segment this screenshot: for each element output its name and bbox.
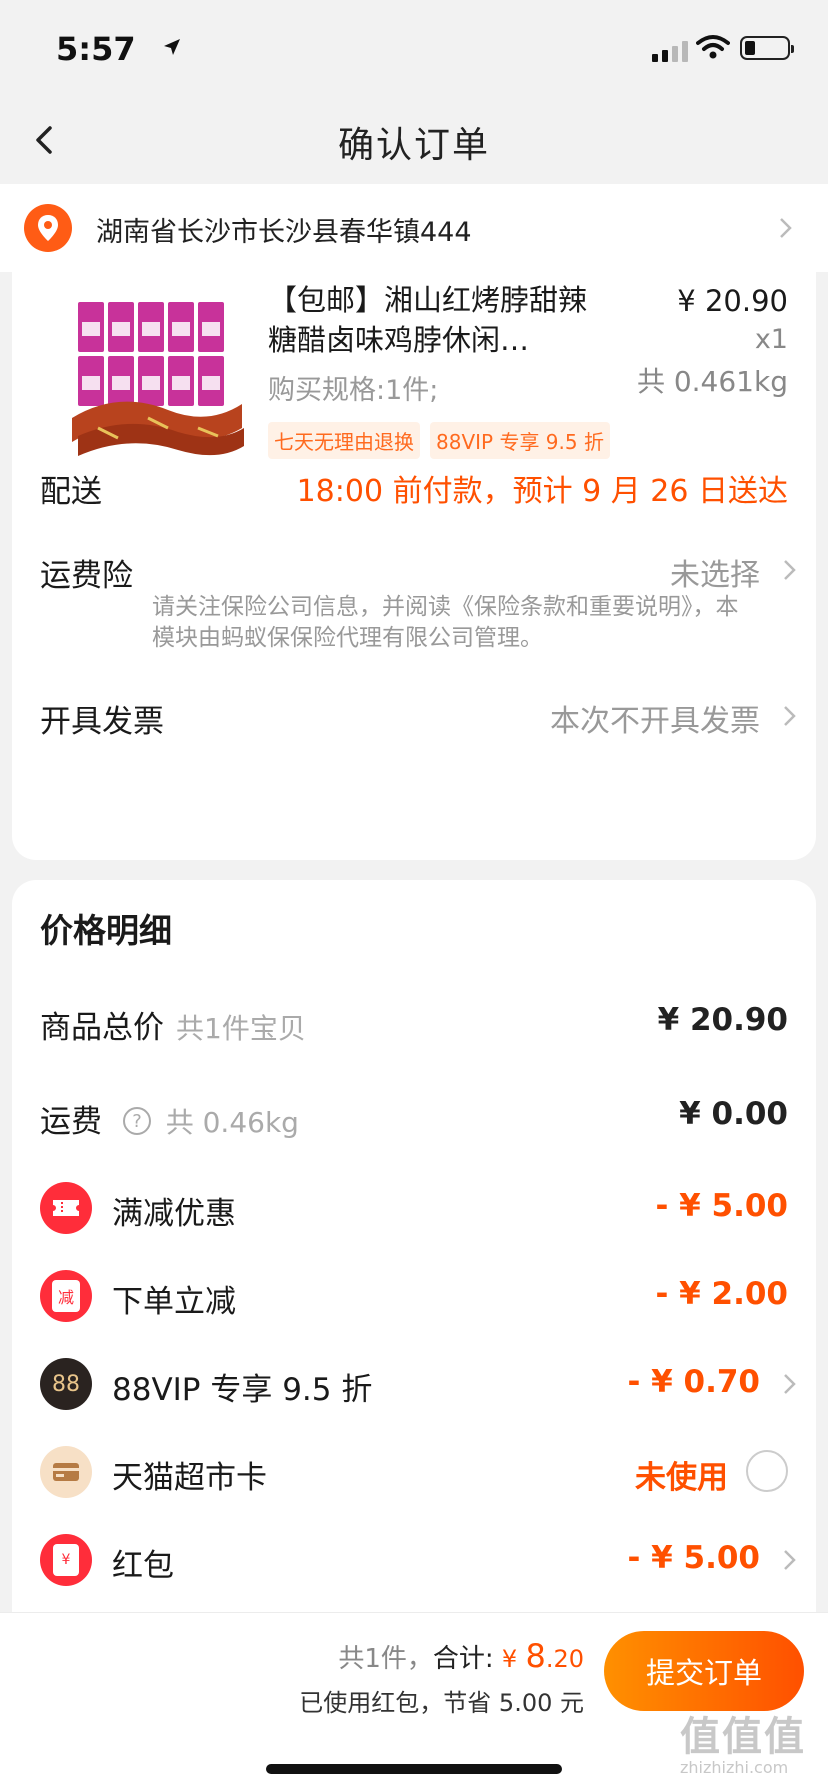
card-icon: [40, 1446, 92, 1498]
chevron-right-icon: [780, 218, 792, 238]
supermarket-card-status: 未使用: [635, 1460, 728, 1496]
product-weight: 共 0.461kg: [636, 365, 788, 398]
location-pin-icon: [24, 204, 72, 252]
vip-discount-amount[interactable]: - ¥ 0.70: [627, 1364, 760, 1400]
discount-label: 下单立减: [112, 1284, 236, 1320]
status-bar: 5:57: [0, 0, 828, 100]
tag-vip: 88VIP 专享 9.5 折: [430, 422, 610, 459]
product-tags: 七天无理由退换 88VIP 专享 9.5 折: [268, 422, 610, 459]
discount-label: 满减优惠: [112, 1196, 236, 1232]
chevron-right-icon: [784, 560, 796, 580]
total-amount: 8: [525, 1637, 546, 1675]
goods-total-text: 商品总价: [40, 1010, 164, 1046]
delivery-estimate: 18:00 前付款，预计 9 月 26 日送达: [296, 474, 788, 509]
chevron-right-icon: [784, 1374, 796, 1394]
total-currency: ¥: [501, 1645, 518, 1673]
goods-total-amount: ¥ 20.90: [657, 1002, 788, 1038]
discount-amount: - ¥ 2.00: [655, 1276, 788, 1312]
battery-icon: [740, 36, 794, 60]
shipping-fee-text: 运费: [40, 1104, 102, 1140]
help-icon[interactable]: ?: [122, 1106, 152, 1136]
delivery-label: 配送: [40, 474, 102, 510]
cellular-signal-icon: [652, 40, 688, 62]
wifi-icon: [696, 35, 730, 59]
product-price: ¥ 20.90: [677, 284, 788, 318]
shipping-fee-amount: ¥ 0.00: [679, 1096, 788, 1132]
chevron-right-icon: [784, 706, 796, 726]
status-time: 5:57: [56, 30, 136, 68]
address-selector[interactable]: 湖南省长沙市长沙县春华镇444: [0, 184, 828, 272]
discount-amount: - ¥ 5.00: [655, 1188, 788, 1224]
red-envelope-label[interactable]: 红包: [112, 1540, 174, 1585]
page-title: 确认订单: [337, 125, 490, 166]
goods-count: 共1件宝贝: [176, 1012, 306, 1045]
shipping-weight: 共 0.46kg: [165, 1106, 299, 1139]
shipping-insurance-label[interactable]: 运费险: [40, 550, 133, 595]
invoice-value[interactable]: 本次不开具发票: [550, 696, 760, 740]
svg-text:?: ?: [132, 1111, 142, 1132]
watermark-url: zhizhizhi.com: [680, 1758, 789, 1777]
price-detail-card: 价格明细 商品总价 共1件宝贝 ¥ 20.90 运费 ? 共 0.46kg ¥ 0…: [12, 880, 816, 1620]
item-count: 共1件，: [338, 1644, 433, 1674]
product-quantity: x1: [754, 324, 788, 355]
shipping-insurance-value[interactable]: 未选择: [670, 550, 760, 594]
vip88-icon: 88: [40, 1358, 92, 1410]
red-envelope-icon: ¥: [40, 1534, 92, 1586]
location-arrow-icon: [164, 39, 180, 55]
total-label: 合计:: [432, 1644, 494, 1674]
supermarket-card-label: 天猫超市卡: [112, 1460, 267, 1496]
red-envelope-amount[interactable]: - ¥ 5.00: [627, 1540, 760, 1576]
savings-note: 已使用红包，节省 5.00 元: [299, 1689, 584, 1717]
vip-discount-label[interactable]: 88VIP 专享 9.5 折: [112, 1364, 372, 1409]
insurance-note: 请关注保险公司信息，并阅读《保险条款和重要说明》，本模块由蚂蚁保保险代理有限公司…: [152, 594, 739, 651]
nav-bar: 确认订单: [0, 100, 828, 182]
submit-order-button[interactable]: 提交订单: [604, 1631, 804, 1711]
tag-return: 七天无理由退换: [268, 422, 420, 459]
order-summary: 共1件，合计: ¥ 8.20: [338, 1637, 584, 1675]
total-cents: .20: [545, 1645, 584, 1673]
supermarket-card-radio[interactable]: [746, 1450, 788, 1492]
product-image[interactable]: [58, 278, 254, 474]
product-spec: 购买规格:1件;: [268, 375, 439, 406]
invoice-label[interactable]: 开具发票: [40, 696, 164, 741]
section-title: 价格明细: [40, 911, 172, 950]
order-card: 【包邮】湘山红烤脖甜辣糖醋卤味鸡脖休闲… ¥ 20.90 x1 共 0.461k…: [12, 272, 816, 860]
address-text: 湖南省长沙市长沙县春华镇444: [96, 217, 472, 248]
ticket-icon: [40, 1182, 92, 1234]
product-title[interactable]: 【包邮】湘山红烤脖甜辣糖醋卤味鸡脖休闲…: [268, 280, 598, 360]
chevron-right-icon: [784, 1550, 796, 1570]
watermark: 值值值: [680, 1714, 806, 1760]
goods-total-label: 商品总价 共1件宝贝: [40, 1002, 306, 1047]
shipping-fee-label: 运费 ? 共 0.46kg: [40, 1096, 299, 1141]
discount-badge-icon: 减: [40, 1270, 92, 1322]
home-indicator: [266, 1764, 562, 1774]
